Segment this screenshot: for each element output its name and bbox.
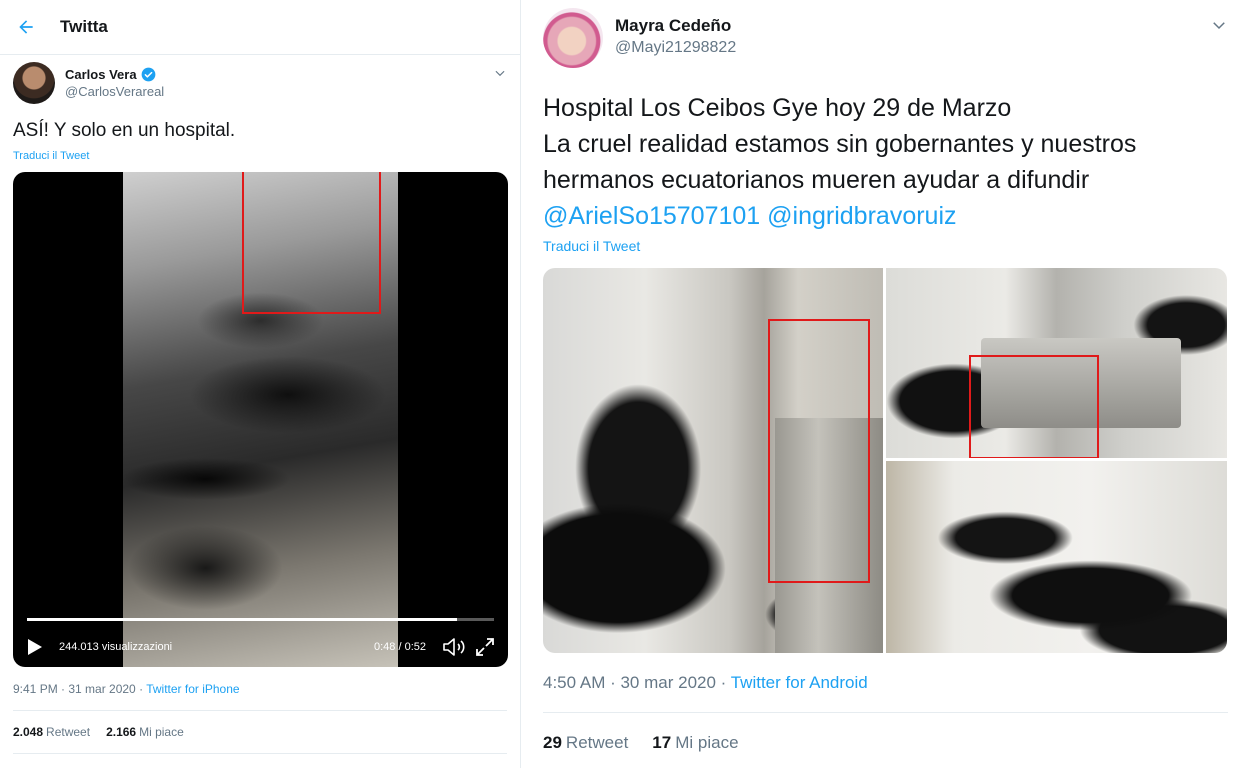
tweet-stats: 29 Retweet 17 Mi piace bbox=[543, 733, 739, 753]
tweet-mentions: @ArielSo15707101 @ingridbravoruiz bbox=[543, 198, 1233, 234]
mention-link[interactable]: @ArielSo15707101 bbox=[543, 202, 760, 230]
right-tweet-panel: Mayra Cedeño @Mayi21298822 Hospital Los … bbox=[529, 0, 1242, 768]
author-handle[interactable]: @CarlosVerareal bbox=[65, 84, 164, 99]
tweet-header: Carlos Vera @CarlosVerareal bbox=[13, 62, 507, 108]
retweet-stat[interactable]: 29 Retweet bbox=[543, 733, 628, 753]
left-tweet-panel: Twitta Carlos Vera @CarlosVerareal ASÍ! … bbox=[0, 0, 521, 768]
tweet-meta: 9:41 PM · 31 mar 2020 · Twitter for iPho… bbox=[13, 682, 240, 696]
tweet-text-line2: La cruel realidad estamos sin gobernante… bbox=[543, 130, 1137, 194]
volume-icon[interactable] bbox=[442, 636, 466, 658]
retweet-count: 29 bbox=[543, 733, 562, 752]
divider bbox=[13, 710, 507, 711]
video-progress-fill bbox=[27, 618, 457, 621]
highlight-box bbox=[242, 172, 381, 314]
tweet-timestamp[interactable]: 4:50 AM · 30 mar 2020 · bbox=[543, 673, 731, 692]
video-progress-bar[interactable] bbox=[27, 618, 494, 621]
photo-3[interactable] bbox=[886, 461, 1227, 653]
like-count: 2.166 bbox=[106, 725, 137, 739]
chevron-down-icon[interactable] bbox=[1210, 16, 1228, 34]
tweet-text: ASÍ! Y solo en un hospital. bbox=[13, 120, 236, 141]
author-handle[interactable]: @Mayi21298822 bbox=[615, 39, 736, 57]
fullscreen-icon[interactable] bbox=[474, 636, 496, 658]
photo-grid bbox=[543, 268, 1227, 653]
verified-badge-icon bbox=[141, 67, 155, 82]
author-name[interactable]: Mayra Cedeño bbox=[615, 16, 731, 36]
tweet-timestamp[interactable]: 9:41 PM · 31 mar 2020 · bbox=[13, 682, 146, 696]
author-name-text[interactable]: Carlos Vera bbox=[65, 67, 137, 82]
video-time: 0:48 / 0:52 bbox=[374, 641, 426, 653]
tweet-source[interactable]: Twitter for iPhone bbox=[146, 682, 239, 696]
video-player[interactable]: 244.013 visualizzazioni 0:48 / 0:52 bbox=[13, 172, 508, 667]
author-name[interactable]: Carlos Vera bbox=[65, 67, 156, 82]
retweet-count: 2.048 bbox=[13, 725, 44, 739]
divider bbox=[13, 753, 507, 754]
tweet-text: Hospital Los Ceibos Gye hoy 29 de Marzo … bbox=[543, 90, 1233, 234]
retweet-label: Retweet bbox=[46, 725, 91, 739]
highlight-box bbox=[969, 355, 1099, 458]
photo-2[interactable] bbox=[886, 268, 1227, 458]
divider bbox=[543, 712, 1228, 713]
like-label: Mi piace bbox=[675, 733, 739, 752]
mention-link[interactable]: @ingridbravoruiz bbox=[767, 202, 956, 230]
tweet-stats: 2.048 Retweet 2.166 Mi piace bbox=[13, 725, 184, 739]
like-stat[interactable]: 2.166 Mi piace bbox=[106, 725, 184, 739]
avatar[interactable] bbox=[543, 8, 603, 68]
video-views: 244.013 visualizzazioni bbox=[59, 641, 173, 653]
translate-link[interactable]: Traduci il Tweet bbox=[13, 150, 89, 162]
like-stat[interactable]: 17 Mi piace bbox=[652, 733, 738, 753]
chevron-down-icon[interactable] bbox=[493, 66, 507, 80]
translate-link[interactable]: Traduci il Tweet bbox=[543, 238, 640, 254]
play-icon[interactable] bbox=[27, 638, 43, 656]
top-bar: Twitta bbox=[0, 0, 520, 55]
like-count: 17 bbox=[652, 733, 672, 752]
retweet-label: Retweet bbox=[565, 733, 629, 752]
retweet-stat[interactable]: 2.048 Retweet bbox=[13, 725, 90, 739]
tweet-source[interactable]: Twitter for Android bbox=[731, 673, 868, 692]
page-title: Twitta bbox=[60, 17, 108, 36]
tweet-meta: 4:50 AM · 30 mar 2020 · Twitter for Andr… bbox=[543, 673, 868, 693]
avatar[interactable] bbox=[13, 62, 55, 104]
tweet-text-line1: Hospital Los Ceibos Gye hoy 29 de Marzo bbox=[543, 94, 1012, 122]
highlight-box bbox=[768, 319, 870, 583]
like-label: Mi piace bbox=[139, 725, 184, 739]
back-arrow-icon[interactable] bbox=[16, 16, 38, 38]
photo-1[interactable] bbox=[543, 268, 883, 653]
